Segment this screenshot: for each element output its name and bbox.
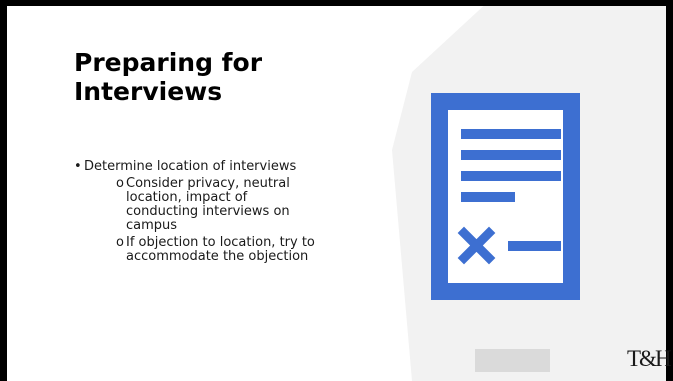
sub-bullet-marker: o [116, 176, 124, 191]
bullet-list: • Determine location of interviews o Con… [74, 160, 374, 267]
sub-bullet-list: o Consider privacy, neutral location, im… [84, 177, 374, 264]
sub-bullet-marker: o [116, 235, 124, 250]
bullet-item: • Determine location of interviews o Con… [74, 160, 374, 264]
sub-bullet-item: o Consider privacy, neutral location, im… [84, 177, 321, 233]
slide: Preparing for Interviews • Determine loc… [0, 0, 673, 381]
bullet-text: Determine location of interviews [84, 159, 297, 174]
bottom-light-tab [475, 349, 550, 372]
top-border [0, 0, 673, 6]
document-icon-svg [431, 93, 580, 300]
sub-bullet-item: o If objection to location, try to accom… [84, 236, 321, 264]
slide-title: Preparing for Interviews [74, 48, 263, 106]
sub-bullet-text: Consider privacy, neutral location, impa… [126, 176, 290, 233]
right-border [666, 0, 673, 381]
sub-bullet-text: If objection to location, try to accommo… [126, 235, 315, 264]
left-border [0, 0, 7, 381]
bullet-marker: • [74, 159, 82, 174]
document-with-x-icon [431, 93, 580, 300]
th-logo: T&H [627, 346, 672, 371]
